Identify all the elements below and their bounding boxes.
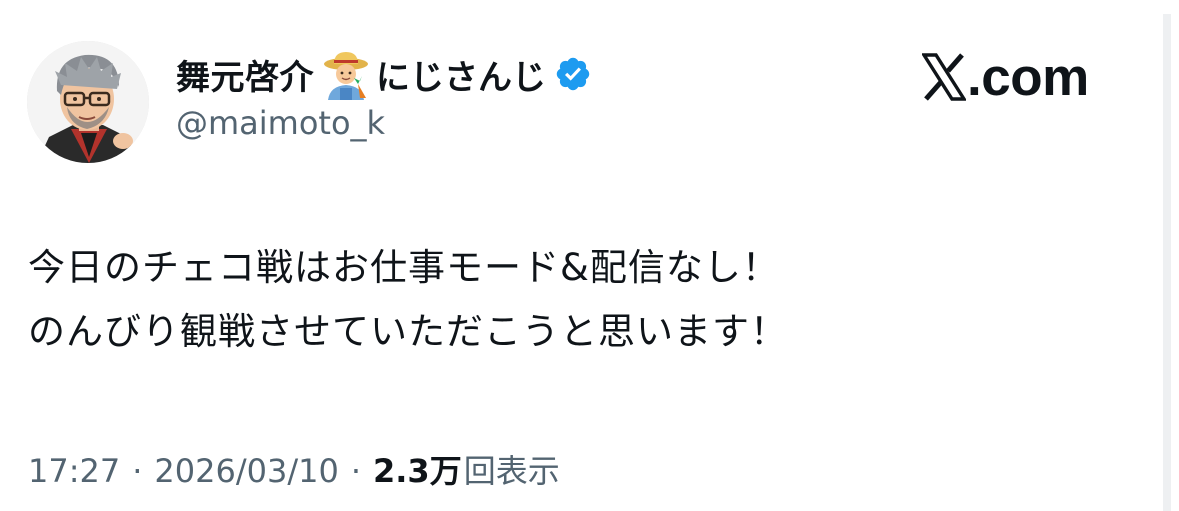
brand-domain: .com [967,47,1089,107]
scrollbar-track[interactable] [1163,14,1171,511]
views-label: 回表示 [463,452,560,490]
views-count[interactable]: 2.3万 [373,446,462,492]
farmer-emoji-icon [320,48,372,100]
tweet-text: 今日のチェコ戦はお仕事モード&配信なし！ のんびり観戦させていただこうと思います… [28,246,788,353]
meta-separator: · [132,452,143,490]
author-name-row[interactable]: 舞元啓介 にじさんじ [176,48,592,100]
tweet-time[interactable]: 17:27 [28,452,120,490]
avatar[interactable] [27,41,149,163]
brand-logo: .com [920,46,1089,108]
display-name-suffix[interactable]: にじさんじ [376,50,546,99]
tweet-meta: 17:27 · 2026/03/10 · 2.3万 回表示 [28,446,560,492]
meta-separator: · [350,452,361,490]
tweet-date[interactable]: 2026/03/10 [154,452,338,490]
tweet-card: 舞元啓介 にじさんじ @maimoto_k .com 今日のチェコ戦はお仕事モー… [0,0,1179,511]
verified-badge-icon[interactable] [554,55,592,93]
user-handle[interactable]: @maimoto_k [176,104,385,142]
x-logo-icon [920,53,968,101]
display-name[interactable]: 舞元啓介 [176,50,314,99]
